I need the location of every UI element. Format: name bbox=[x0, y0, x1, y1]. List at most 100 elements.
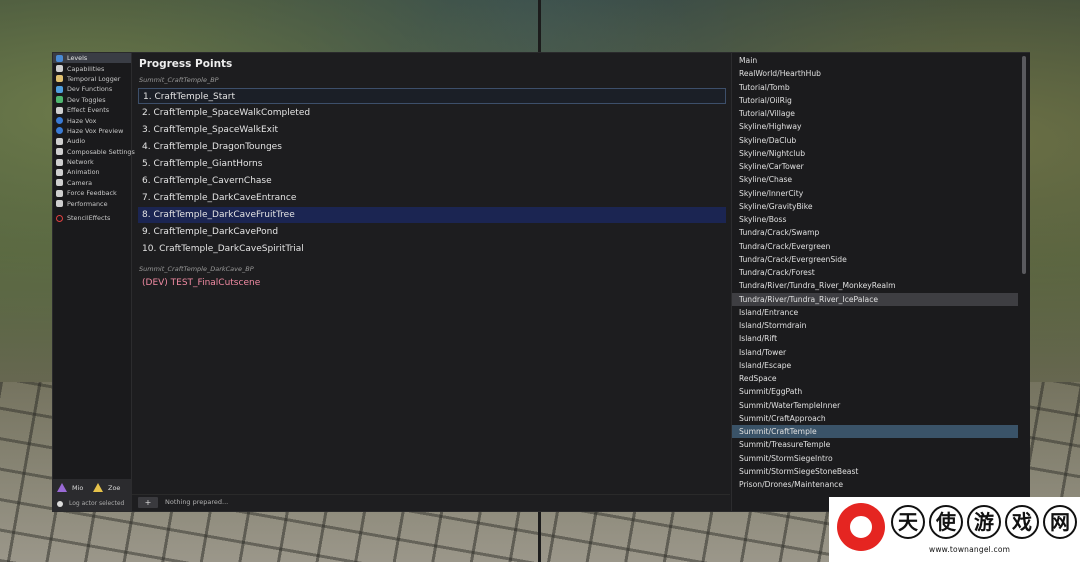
level-item[interactable]: Island/Tower bbox=[732, 346, 1018, 359]
log-actor-label: Log actor selected bbox=[69, 500, 125, 507]
sidebar-item-levels[interactable]: Levels bbox=[53, 53, 131, 64]
level-item[interactable]: RealWorld/HearthHub bbox=[732, 67, 1018, 80]
log-actor-toggle[interactable]: Log actor selected bbox=[57, 500, 124, 507]
level-item[interactable]: Tundra/Crack/EvergreenSide bbox=[732, 253, 1018, 266]
group-label-dark-cave: Summit_CraftTemple_DarkCave_BP bbox=[139, 265, 254, 273]
level-item[interactable]: RedSpace bbox=[732, 372, 1018, 385]
level-item[interactable]: Tutorial/Village bbox=[732, 107, 1018, 120]
add-button[interactable]: + bbox=[138, 497, 158, 508]
level-item[interactable]: Summit/CraftApproach bbox=[732, 412, 1018, 425]
status-bar: + Nothing prepared... bbox=[132, 494, 730, 511]
sidebar-item-dev-toggles[interactable]: Dev Toggles bbox=[53, 95, 131, 105]
globe-icon bbox=[56, 117, 63, 125]
level-item[interactable]: Island/Escape bbox=[732, 359, 1018, 372]
level-item[interactable]: Skyline/GravityBike bbox=[732, 200, 1018, 213]
watermark-char: 天 bbox=[891, 505, 925, 539]
sidebar-item-composable-settings[interactable]: Composable Settings bbox=[53, 147, 135, 157]
level-item[interactable]: Tundra/Crack/Evergreen bbox=[732, 240, 1018, 253]
player-icon bbox=[57, 483, 67, 492]
sidebar-item-force-feedback[interactable]: Force Feedback bbox=[53, 188, 131, 198]
sidebar-item-camera[interactable]: Camera bbox=[53, 178, 131, 188]
dev-progress-point[interactable]: (DEV) TEST_FinalCutscene bbox=[138, 275, 726, 291]
progress-point-row[interactable]: 2. CraftTemple_SpaceWalkCompleted bbox=[138, 105, 726, 121]
level-item[interactable]: Tundra/Crack/Swamp bbox=[732, 226, 1018, 239]
level-item[interactable]: Tutorial/Tomb bbox=[732, 81, 1018, 94]
watermark-char: 游 bbox=[967, 505, 1001, 539]
watermark-char: 使 bbox=[929, 505, 963, 539]
sidebar-item-haze-vox[interactable]: Haze Vox bbox=[53, 115, 131, 125]
level-item[interactable]: Main bbox=[732, 54, 1018, 67]
sidebar-item-label: Animation bbox=[67, 168, 100, 177]
level-item[interactable]: Tundra/River/Tundra_River_IcePalace bbox=[732, 292, 1018, 306]
level-item[interactable]: Skyline/Highway bbox=[732, 120, 1018, 133]
sidebar-item-performance[interactable]: Performance bbox=[53, 198, 131, 208]
sidebar-item-label: Temporal Logger bbox=[67, 74, 121, 83]
animation-icon bbox=[56, 168, 63, 176]
watermark-char: 戏 bbox=[1005, 505, 1039, 539]
level-item[interactable]: Island/Rift bbox=[732, 332, 1018, 345]
sidebar-item-audio[interactable]: Audio bbox=[53, 136, 131, 146]
controller-icon bbox=[56, 189, 63, 197]
sidebar-item-label: StencilEffects bbox=[67, 214, 111, 223]
progress-point-row[interactable]: 4. CraftTemple_DragonTounges bbox=[138, 139, 726, 155]
panel-title: Progress Points bbox=[139, 58, 233, 70]
gear-icon bbox=[56, 148, 63, 156]
level-item[interactable]: Prison/Drones/Maintenance bbox=[732, 478, 1018, 491]
sidebar-item-label: Performance bbox=[67, 199, 108, 208]
levels-icon bbox=[56, 54, 63, 62]
level-item[interactable]: Skyline/CarTower bbox=[732, 160, 1018, 173]
progress-point-row[interactable]: 7. CraftTemple_DarkCaveEntrance bbox=[138, 190, 726, 206]
level-item[interactable]: Summit/TreasureTemple bbox=[732, 438, 1018, 451]
camera-icon bbox=[56, 179, 63, 187]
audio-icon bbox=[56, 137, 63, 145]
level-item[interactable]: Tutorial/OilRig bbox=[732, 94, 1018, 107]
progress-point-row[interactable]: 10. CraftTemple_DarkCaveSpiritTrial bbox=[138, 241, 726, 257]
player-label: Zoe bbox=[108, 483, 121, 492]
level-item[interactable]: Island/Stormdrain bbox=[732, 319, 1018, 332]
level-item[interactable]: Skyline/Boss bbox=[732, 213, 1018, 226]
progress-point-row[interactable]: 3. CraftTemple_SpaceWalkExit bbox=[138, 122, 726, 138]
level-item[interactable]: Tundra/River/Tundra_River_MonkeyRealm bbox=[732, 279, 1018, 292]
sidebar-item-temporal-logger[interactable]: Temporal Logger bbox=[53, 74, 131, 84]
checkbox-icon bbox=[56, 96, 63, 104]
sidebar-item-network[interactable]: Network bbox=[53, 157, 131, 167]
level-item[interactable]: Summit/CraftTemple bbox=[732, 425, 1018, 439]
group-label-craft-temple: Summit_CraftTemple_BP bbox=[139, 76, 219, 84]
sidebar-item-haze-vox-preview[interactable]: Haze Vox Preview bbox=[53, 126, 131, 136]
level-list-scrollbar[interactable] bbox=[1022, 56, 1026, 274]
sidebar-item-dev-functions[interactable]: Dev Functions bbox=[53, 84, 131, 94]
level-item[interactable]: Summit/StormSiegeStoneBeast bbox=[732, 465, 1018, 478]
progress-point-row[interactable]: 5. CraftTemple_GiantHorns bbox=[138, 156, 726, 172]
sidebar-item-label: Network bbox=[67, 158, 94, 167]
sidebar-item-effect-events[interactable]: Effect Events bbox=[53, 105, 131, 115]
level-item[interactable]: Skyline/DaClub bbox=[732, 134, 1018, 147]
level-item[interactable]: Skyline/Chase bbox=[732, 173, 1018, 186]
watermark-char: 网 bbox=[1043, 505, 1077, 539]
level-item[interactable]: Skyline/Nightclub bbox=[732, 147, 1018, 160]
progress-point-row[interactable]: 8. CraftTemple_DarkCaveFruitTree bbox=[138, 207, 726, 223]
sidebar-item-label: Dev Toggles bbox=[67, 95, 106, 104]
sidebar-item-label: Haze Vox Preview bbox=[67, 126, 124, 135]
sidebar-item-label: Force Feedback bbox=[67, 189, 117, 198]
sidebar-item-stencileffects[interactable]: StencilEffects bbox=[53, 213, 131, 223]
level-item[interactable]: Summit/EggPath bbox=[732, 385, 1018, 398]
globe-preview-icon bbox=[56, 127, 63, 135]
site-watermark: 天使游戏网 www.townangel.com bbox=[829, 497, 1080, 562]
level-item[interactable]: Summit/StormSiegeIntro bbox=[732, 452, 1018, 465]
level-item[interactable]: Skyline/InnerCity bbox=[732, 187, 1018, 200]
effect-icon bbox=[56, 106, 63, 114]
progress-point-row[interactable]: 9. CraftTemple_DarkCavePond bbox=[138, 224, 726, 240]
sidebar-item-animation[interactable]: Animation bbox=[53, 167, 131, 177]
player-zoe[interactable]: Zoe bbox=[93, 483, 120, 492]
player-mio[interactable]: Mio bbox=[57, 483, 83, 492]
function-icon bbox=[56, 85, 63, 93]
level-item[interactable]: Island/Entrance bbox=[732, 306, 1018, 319]
level-item[interactable]: Tundra/Crack/Forest bbox=[732, 266, 1018, 279]
level-list[interactable]: Main RealWorld/HearthHub Tutorial/Tomb Tuto… bbox=[731, 53, 1030, 511]
progress-point-row[interactable]: 1. CraftTemple_Start bbox=[138, 88, 726, 104]
sidebar-item-capabilities[interactable]: Capabilities bbox=[53, 63, 131, 73]
sidebar-item-label: Haze Vox bbox=[67, 116, 97, 125]
level-item[interactable]: Summit/WaterTempleInner bbox=[732, 399, 1018, 412]
performance-icon bbox=[56, 200, 63, 208]
progress-point-row[interactable]: 6. CraftTemple_CavernChase bbox=[138, 173, 726, 189]
